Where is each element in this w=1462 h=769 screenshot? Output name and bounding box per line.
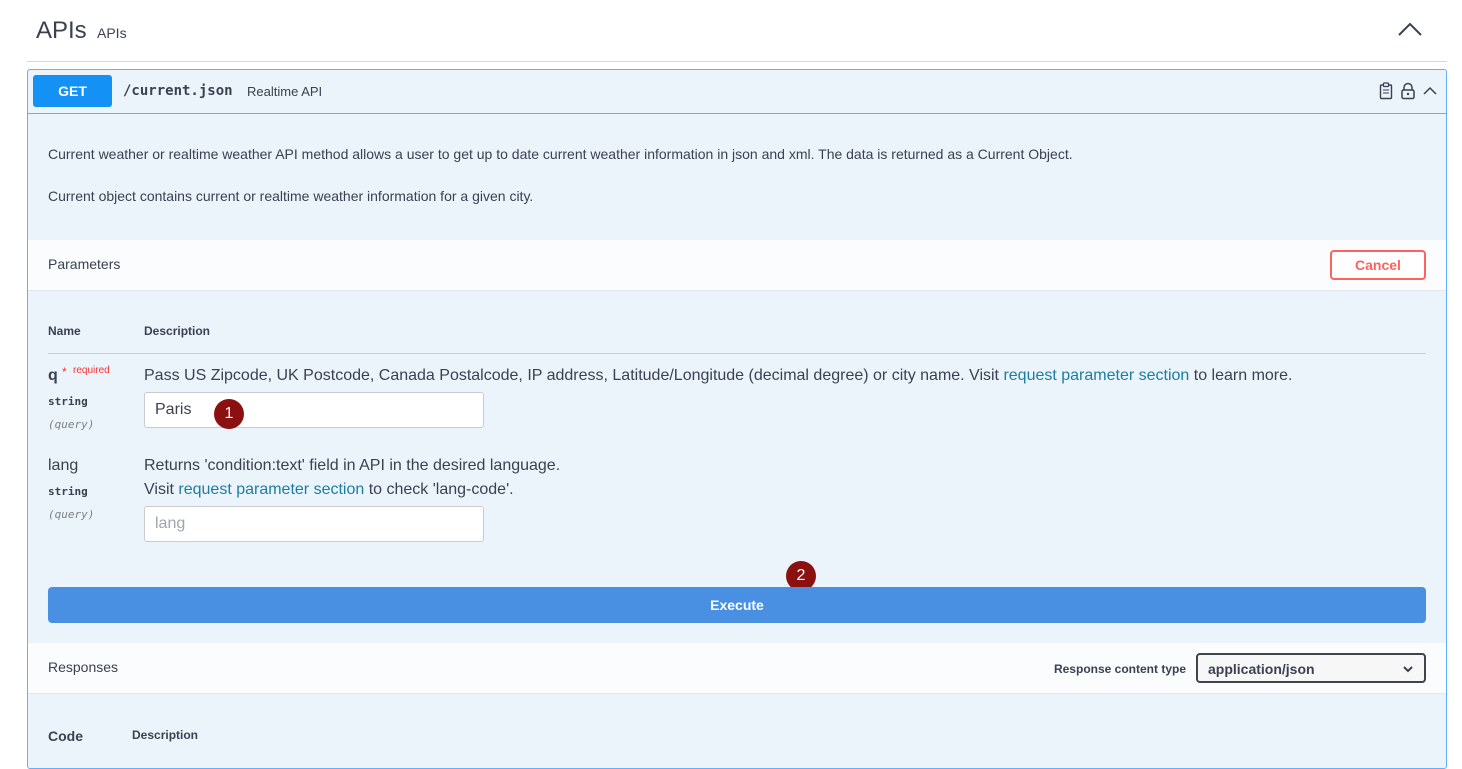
clipboard-icon[interactable] <box>1378 82 1394 100</box>
column-header-description: Description <box>144 324 211 338</box>
required-star: * <box>62 365 67 379</box>
param-q-name: q <box>48 367 58 384</box>
request-parameter-link[interactable]: request parameter section <box>1003 367 1189 384</box>
section-subtitle: APIs <box>97 25 127 41</box>
operation-description-1: Current weather or realtime weather API … <box>48 146 1073 162</box>
operation-description-2: Current object contains current or realt… <box>48 188 534 204</box>
responses-title: Responses <box>48 659 119 675</box>
response-content-type-select[interactable]: application/json <box>1196 653 1426 683</box>
param-lang-description-2: Visit request parameter section to check… <box>144 481 514 498</box>
required-label: required <box>73 365 110 376</box>
request-parameter-link[interactable]: request parameter section <box>178 481 364 498</box>
param-lang-input[interactable] <box>144 506 484 542</box>
param-q-type: string <box>48 395 88 408</box>
param-lang-description-1: Returns 'condition:text' field in API in… <box>144 457 561 474</box>
column-header-response-description: Description <box>132 728 199 742</box>
responses-header: Responses Response content type applicat… <box>28 643 1446 694</box>
response-content-type-label: Response content type <box>1053 662 1186 676</box>
response-content-type-value: application/json <box>1208 661 1315 677</box>
method-badge: GET <box>33 75 112 107</box>
param-lang-type: string <box>48 485 88 498</box>
operation-path: /current.json <box>123 83 233 99</box>
chevron-down-icon <box>1402 662 1414 674</box>
chevron-up-icon[interactable] <box>1422 82 1438 100</box>
param-lang-location: (query) <box>48 508 95 521</box>
operation-summary[interactable]: GET /current.json Realtime API <box>28 70 1446 114</box>
cancel-button[interactable]: Cancel <box>1330 250 1426 280</box>
step-marker-1: 1 <box>214 399 244 429</box>
column-header-code: Code <box>48 728 83 744</box>
operation-summary-text: Realtime API <box>247 84 323 99</box>
chevron-up-icon[interactable] <box>1397 20 1423 38</box>
param-q-description: Pass US Zipcode, UK Postcode, Canada Pos… <box>144 367 1293 384</box>
lock-icon[interactable] <box>1400 82 1416 100</box>
table-divider <box>48 353 1426 354</box>
param-q-location: (query) <box>48 418 95 431</box>
column-header-name: Name <box>48 324 81 338</box>
section-title: APIs <box>36 17 87 44</box>
operation-block: GET /current.json Realtime API Current w… <box>27 69 1447 769</box>
section-header[interactable]: APIs APIs <box>27 0 1447 62</box>
param-q-input[interactable] <box>144 392 484 428</box>
operation-icons <box>1378 82 1438 100</box>
parameters-title: Parameters <box>48 256 121 272</box>
execute-button[interactable]: Execute <box>48 587 1426 623</box>
param-lang-name: lang <box>48 457 79 474</box>
parameters-header: Parameters Cancel <box>28 240 1446 291</box>
